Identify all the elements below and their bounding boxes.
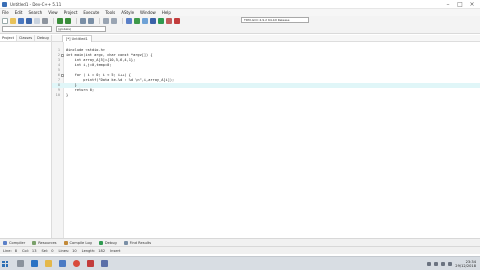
status-sel: Sel: 0 (41, 248, 54, 253)
tab-debug-output[interactable]: Debug (98, 240, 117, 245)
compiler-select[interactable]: TDM-GCC 4.9.2 64-bit Release (241, 17, 309, 23)
maximize-button[interactable]: □ (454, 0, 466, 9)
tab-compile-log[interactable]: Compile Log (63, 240, 92, 245)
tab-compile-log-label: Compile Log (69, 240, 92, 245)
tab-find-results-label: Find Results (129, 240, 152, 245)
tab-resources-label: Resources (38, 240, 57, 245)
main-toolbar (0, 16, 480, 25)
tab-resources[interactable]: Resources (32, 240, 57, 245)
editor-tab-untitled1[interactable]: [*] Untitled1 (62, 35, 92, 42)
open-folder-icon[interactable] (10, 17, 16, 24)
class-toolbar: (globals) (0, 25, 480, 34)
status-col: Col: 13 (22, 248, 37, 253)
menu-view[interactable]: View (48, 10, 58, 15)
code-text: } (66, 93, 69, 97)
status-length: Length: 182 (81, 248, 106, 253)
edge-browser-icon[interactable] (31, 260, 38, 267)
menu-file[interactable]: File (2, 10, 9, 15)
devcpp-app-icon (2, 1, 7, 7)
rebuild-icon[interactable] (150, 17, 156, 24)
windows-taskbar: 23:34 29/12/2018 (0, 256, 480, 270)
tray-chevron-icon[interactable] (427, 262, 432, 266)
menu-help[interactable]: Help (162, 10, 171, 15)
store-icon[interactable] (59, 260, 66, 267)
compiler-icon (3, 240, 7, 245)
fold-toggle-icon[interactable] (61, 54, 64, 57)
task-view-icon[interactable] (17, 260, 24, 267)
toolbar-divider (76, 17, 77, 24)
window-title: Untitled1 - Dev-C++ 5.11 (10, 1, 62, 7)
tab-debug-output-label: Debug (104, 240, 117, 245)
toolbar-divider (53, 17, 54, 24)
minimize-button[interactable]: – (442, 0, 454, 9)
menu-tools[interactable]: Tools (105, 10, 115, 15)
close-button[interactable]: × (466, 0, 478, 9)
clock-date: 29/12/2018 (455, 264, 476, 268)
new-file-icon[interactable] (2, 17, 8, 24)
tab-compiler-label: Compiler (9, 240, 26, 245)
compile-run-icon[interactable] (142, 17, 148, 24)
taskbar-clock[interactable]: 23:34 29/12/2018 (455, 260, 476, 268)
globals-select[interactable]: (globals) (56, 26, 106, 32)
menu-execute[interactable]: Execute (83, 10, 99, 15)
menu-search[interactable]: Search (28, 10, 42, 15)
fold-toggle-icon[interactable] (61, 74, 64, 77)
undo-icon[interactable] (57, 17, 63, 24)
redo-icon[interactable] (65, 17, 71, 24)
line-number: 10 (55, 93, 60, 97)
windows-logo-icon (2, 260, 8, 267)
menu-edit[interactable]: Edit (15, 10, 23, 15)
tab-find-results[interactable]: Find Results (123, 240, 152, 245)
tab-project[interactable]: Project (0, 35, 17, 41)
project-panel (0, 42, 52, 238)
network-icon[interactable] (434, 262, 439, 266)
tab-debug[interactable]: Debug (35, 35, 52, 41)
tab-compiler[interactable]: Compiler (3, 240, 26, 245)
status-lines: Lines: 10 (58, 248, 77, 253)
left-panel-tabs: Project Classes Debug (0, 35, 52, 42)
resources-icon (32, 240, 37, 245)
find-icon[interactable] (80, 17, 86, 24)
compile-icon[interactable] (126, 17, 132, 24)
profile-icon[interactable] (166, 17, 172, 24)
menu-bar: File Edit Search View Project Execute To… (0, 9, 480, 16)
print-icon[interactable] (42, 17, 48, 24)
notification-icon[interactable] (448, 262, 453, 266)
class-select[interactable] (2, 26, 52, 32)
compile-log-icon (63, 240, 68, 245)
start-button[interactable] (0, 257, 10, 270)
editor-tab-strip: [*] Untitled1 (52, 35, 480, 42)
title-bar: Untitled1 - Dev-C++ 5.11 – □ × (0, 0, 480, 9)
toolbar-divider (122, 17, 123, 24)
tab-classes[interactable]: Classes (17, 35, 36, 41)
code-editor[interactable]: 1 #include <stdio.h> 2 int main(int argc, c… (52, 42, 480, 238)
devcpp-taskbar-icon[interactable] (101, 260, 108, 267)
status-insert-mode: Insert (110, 248, 121, 253)
status-line: Line: 8 (3, 248, 17, 253)
toolbar-divider (99, 17, 100, 24)
save-icon[interactable] (18, 17, 24, 24)
menu-window[interactable]: Window (140, 10, 156, 15)
debug-icon[interactable] (158, 17, 164, 24)
find-results-icon (123, 240, 128, 245)
unindent-icon[interactable] (111, 17, 117, 24)
bottom-panel-tabs: Compiler Resources Compile Log Debug Fin… (0, 238, 480, 246)
replace-icon[interactable] (88, 17, 94, 24)
code-line[interactable]: 10} (52, 93, 480, 98)
save-all-icon[interactable] (26, 17, 32, 24)
file-explorer-icon[interactable] (45, 260, 52, 267)
system-tray: 23:34 29/12/2018 (427, 257, 476, 270)
run-icon[interactable] (134, 17, 140, 24)
debug-icon (98, 240, 103, 245)
menu-astyle[interactable]: AStyle (121, 10, 134, 15)
indent-icon[interactable] (103, 17, 109, 24)
chrome-icon[interactable] (73, 260, 80, 267)
menu-project[interactable]: Project (64, 10, 78, 15)
status-bar: Line: 8 Col: 13 Sel: 0 Lines: 10 Length: 182 … (0, 246, 480, 254)
stop-icon[interactable] (174, 17, 180, 24)
window-controls: – □ × (442, 0, 478, 9)
close-file-icon[interactable] (34, 17, 40, 24)
app-icon[interactable] (87, 260, 94, 267)
volume-icon[interactable] (441, 262, 446, 266)
